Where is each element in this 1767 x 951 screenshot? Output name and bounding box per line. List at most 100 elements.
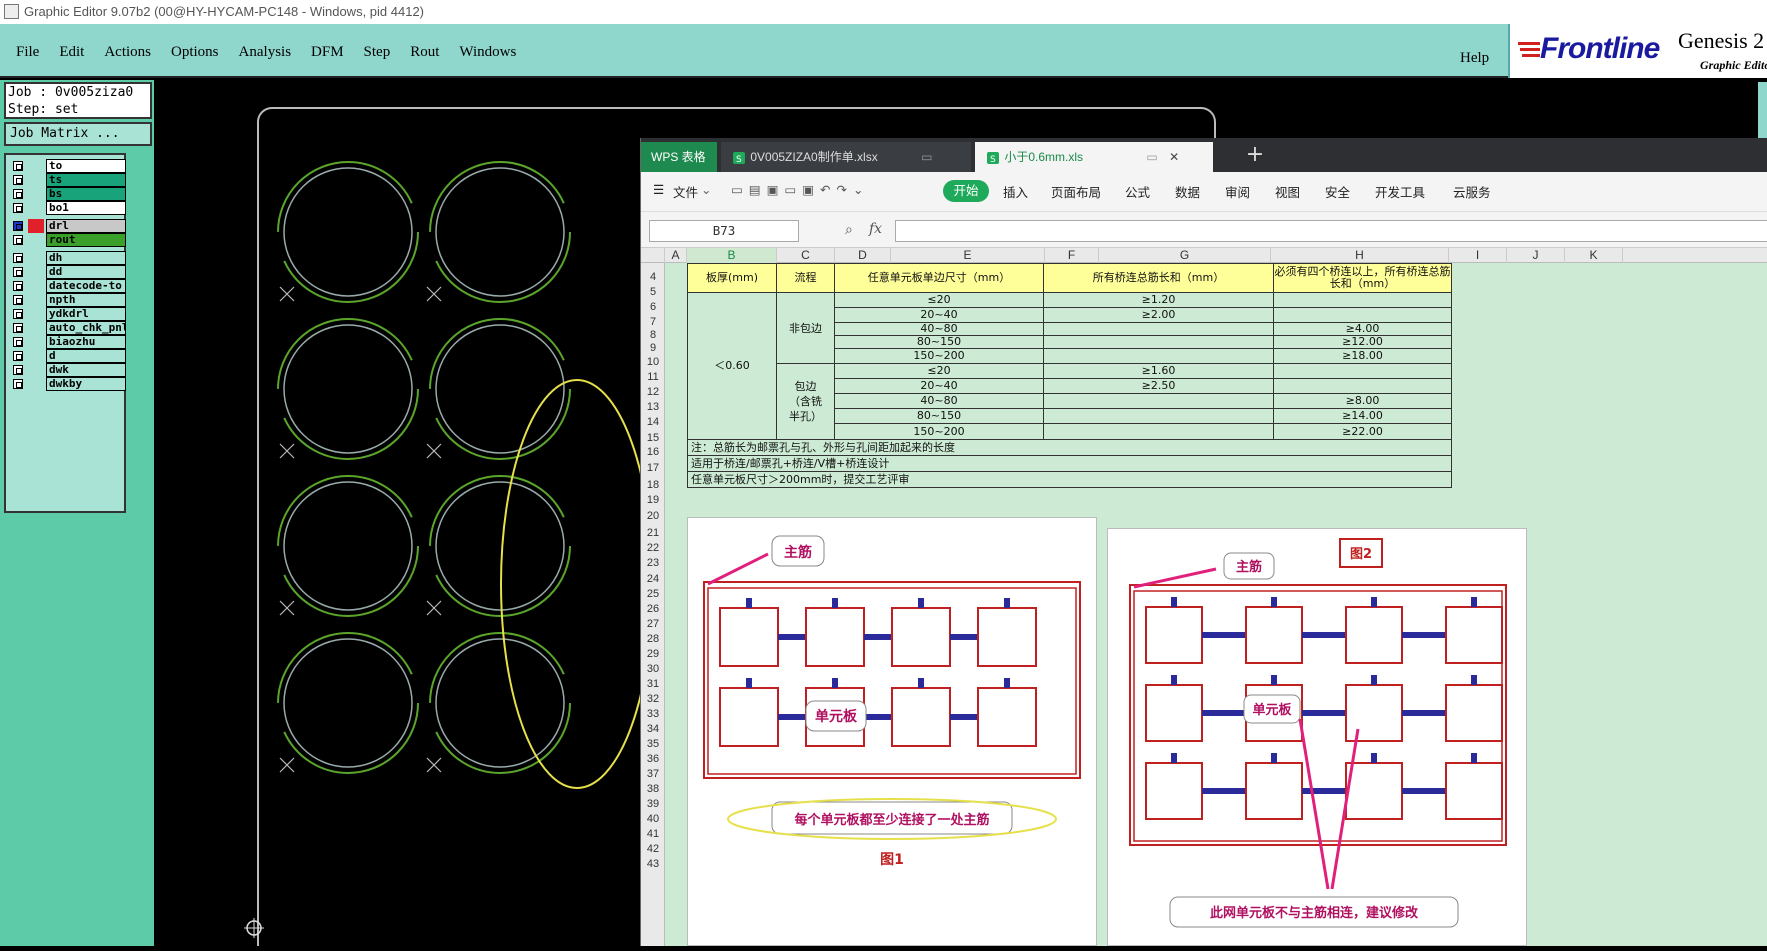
menu-step[interactable]: Step [354, 38, 401, 62]
row-header-16[interactable]: 16 [641, 446, 665, 458]
size-cell[interactable]: 20~40 [834, 378, 1044, 394]
bridge-total-cell[interactable] [1043, 408, 1274, 424]
row-header-37[interactable]: 37 [641, 768, 665, 780]
menu-help[interactable]: Help [1450, 44, 1499, 73]
size-cell[interactable]: ≤20 [834, 363, 1044, 379]
wps-app-tab[interactable]: WPS 表格 [641, 142, 717, 172]
monitor-icon[interactable]: ▭ [921, 150, 932, 164]
menu-dfm[interactable]: DFM [301, 38, 354, 62]
size-cell[interactable]: 40~80 [834, 322, 1044, 336]
four-bridges-cell[interactable]: ≥8.00 [1273, 393, 1452, 409]
layer-row-datecode-to[interactable]: datecode-to [9, 279, 126, 293]
row-header-28[interactable]: 28 [641, 633, 665, 645]
file-menu[interactable]: 文件 [673, 182, 698, 201]
bridge-total-cell[interactable] [1043, 335, 1274, 349]
size-cell[interactable]: 80~150 [834, 335, 1044, 349]
process-cell[interactable]: 包边（含铣半孔） [776, 363, 835, 440]
layer-row-npth[interactable]: npth [9, 293, 126, 307]
tab-file-1[interactable]: S 0V005ZIZA0制作单.xlsx ▭ [721, 142, 971, 172]
bridge-total-cell[interactable] [1043, 393, 1274, 409]
row-header-14[interactable]: 14 [641, 416, 665, 428]
layer-row-dd[interactable]: dd [9, 265, 126, 279]
bridge-total-cell[interactable]: ≥1.60 [1043, 363, 1274, 379]
menu-options[interactable]: Options [161, 38, 229, 62]
note-row[interactable]: 任意单元板尺寸＞200mm时，提交工艺评审 [687, 471, 1452, 488]
row-header-4[interactable]: 4 [641, 271, 665, 283]
layer-checkbox[interactable] [13, 379, 23, 389]
menu-rout[interactable]: Rout [400, 38, 449, 62]
row-header-11[interactable]: 11 [641, 371, 665, 383]
row-header-30[interactable]: 30 [641, 663, 665, 675]
new-tab-icon[interactable]: + [1241, 140, 1269, 170]
ribbon-view[interactable]: 视图 [1275, 182, 1300, 201]
row-header-39[interactable]: 39 [641, 798, 665, 810]
layer-row-drl[interactable]: drl [9, 219, 126, 233]
row-header-21[interactable]: 21 [641, 527, 665, 539]
bridge-total-cell[interactable] [1043, 322, 1274, 336]
quick-access-icons[interactable]: ▭▤▣▭▣↶↷⌄ [731, 182, 869, 197]
header-process[interactable]: 流程 [776, 263, 835, 293]
layer-checkbox[interactable] [13, 235, 23, 245]
size-cell[interactable]: 80~150 [834, 408, 1044, 424]
size-cell[interactable]: 40~80 [834, 393, 1044, 409]
header-bridge-total[interactable]: 所有桥连总筋长和（mm） [1043, 263, 1274, 293]
layer-row-bs[interactable]: bs [9, 187, 126, 201]
layer-checkbox[interactable] [13, 309, 23, 319]
row-header-22[interactable]: 22 [641, 542, 665, 554]
row-header-9[interactable]: 9 [641, 342, 665, 354]
layer-checkbox[interactable] [13, 161, 23, 171]
layer-row-auto_chk_pnl[interactable]: auto_chk_pnl [9, 321, 126, 335]
column-header-C[interactable]: C [777, 248, 835, 263]
row-header-41[interactable]: 41 [641, 828, 665, 840]
row-header-34[interactable]: 34 [641, 723, 665, 735]
layer-checkbox[interactable] [13, 189, 23, 199]
row-header-31[interactable]: 31 [641, 678, 665, 690]
ribbon-data[interactable]: 数据 [1175, 182, 1200, 201]
row-header-5[interactable]: 5 [641, 286, 665, 298]
column-header-D[interactable]: D [835, 248, 891, 263]
four-bridges-cell[interactable]: ≥18.00 [1273, 348, 1452, 364]
column-header-E[interactable]: E [891, 248, 1045, 263]
layer-checkbox[interactable] [13, 175, 23, 185]
bridge-total-cell[interactable]: ≥2.50 [1043, 378, 1274, 394]
row-header-6[interactable]: 6 [641, 301, 665, 313]
hamburger-icon[interactable]: ☰ [653, 182, 664, 197]
layer-row-ts[interactable]: ts [9, 173, 126, 187]
row-header-17[interactable]: 17 [641, 462, 665, 474]
row-header-27[interactable]: 27 [641, 618, 665, 630]
row-header-7[interactable]: 7 [641, 316, 665, 328]
row-header-20[interactable]: 20 [641, 510, 665, 522]
column-header-A[interactable]: A [665, 248, 687, 263]
ribbon-security[interactable]: 安全 [1325, 182, 1350, 201]
column-header-J[interactable]: J [1507, 248, 1565, 263]
column-header-F[interactable]: F [1045, 248, 1099, 263]
bridge-total-cell[interactable]: ≥1.20 [1043, 292, 1274, 308]
name-box[interactable]: B73 [649, 220, 799, 242]
layer-checkbox[interactable] [13, 295, 23, 305]
layer-row-biaozhu[interactable]: biaozhu [9, 335, 126, 349]
header-size[interactable]: 任意单元板单边尺寸（mm） [834, 263, 1044, 293]
select-all-corner[interactable] [641, 248, 665, 263]
size-cell[interactable]: ≤20 [834, 292, 1044, 308]
row-header-38[interactable]: 38 [641, 783, 665, 795]
row-header-25[interactable]: 25 [641, 588, 665, 600]
row-header-40[interactable]: 40 [641, 813, 665, 825]
layer-row-dwkby[interactable]: dwkby [9, 377, 126, 391]
layer-checkbox[interactable] [13, 337, 23, 347]
close-tab-icon[interactable]: ✕ [1169, 150, 1179, 164]
layer-row-ydkdrl[interactable]: ydkdrl [9, 307, 126, 321]
header-thickness[interactable]: 板厚(mm) [687, 263, 777, 293]
four-bridges-cell[interactable] [1273, 378, 1452, 394]
layer-checkbox[interactable] [13, 267, 23, 277]
menu-edit[interactable]: Edit [49, 38, 94, 62]
note-row[interactable]: 注：总筋长为邮票孔与孔、外形与孔间距加起来的长度 [687, 439, 1452, 456]
layer-row-dwk[interactable]: dwk [9, 363, 126, 377]
ribbon-formula[interactable]: 公式 [1125, 182, 1150, 201]
column-header-K[interactable]: K [1565, 248, 1623, 263]
row-header-29[interactable]: 29 [641, 648, 665, 660]
bridge-total-cell[interactable] [1043, 348, 1274, 364]
row-header-23[interactable]: 23 [641, 557, 665, 569]
row-header-19[interactable]: 19 [641, 494, 665, 506]
menu-actions[interactable]: Actions [94, 38, 161, 62]
layer-row-bo1[interactable]: bo1 [9, 201, 126, 215]
